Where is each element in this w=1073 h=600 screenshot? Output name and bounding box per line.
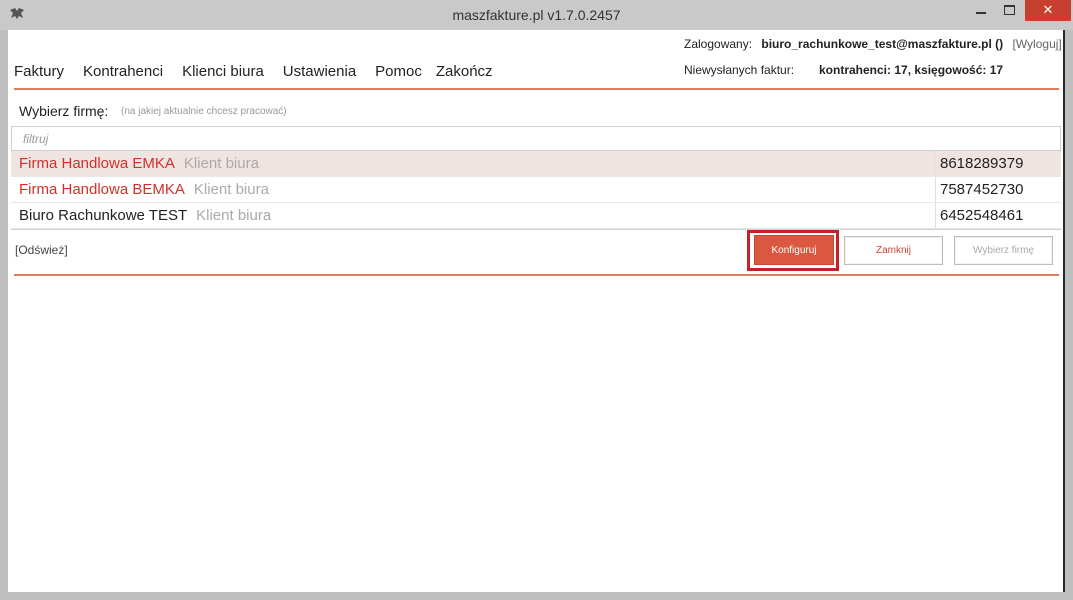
scrollbar[interactable] <box>1063 30 1065 592</box>
logged-label: Zalogowany: <box>684 37 753 51</box>
divider <box>14 274 1059 276</box>
company-row-test[interactable]: Biuro Rachunkowe TEST Klient biura 645254… <box>11 203 1061 229</box>
choose-company-button[interactable]: Wybierz firmę <box>954 236 1053 265</box>
company-nip: 7587452730 <box>940 181 1024 198</box>
choose-company-hint: (na jakiej aktualnie chcesz pracować) <box>121 106 287 117</box>
configure-button[interactable]: Konfiguruj <box>755 236 833 264</box>
menu-item-office-clients[interactable]: Klienci biura <box>182 63 264 80</box>
column-separator <box>935 177 936 202</box>
company-row-emka[interactable]: Firma Handlowa EMKA Klient biura 86182893… <box>11 151 1061 177</box>
menu-item-help[interactable]: Pomoc <box>375 63 422 80</box>
maximize-button[interactable] <box>996 0 1024 21</box>
menu-item-settings[interactable]: Ustawienia <box>283 63 356 80</box>
main-window: Zalogowany: biuro_rachunkowe_test@maszfa… <box>8 30 1071 592</box>
company-type: Klient biura <box>196 207 272 224</box>
title-bar[interactable]: maszfakture.pl v1.7.0.2457 <box>0 0 1073 30</box>
company-row-bemka[interactable]: Firma Handlowa BEMKA Klient biura 7587452… <box>11 177 1061 203</box>
company-type: Klient biura <box>193 181 269 198</box>
company-type: Klient biura <box>183 155 259 172</box>
unsent-label: Niewysłanych faktur: <box>684 63 795 77</box>
main-menu: Faktury Kontrahenci Klienci biura Ustawi… <box>14 63 493 80</box>
window-title: maszfakture.pl v1.7.0.2457 <box>452 7 621 23</box>
menu-item-invoices[interactable]: Faktury <box>14 63 64 80</box>
column-separator <box>935 151 936 176</box>
refresh-link[interactable]: [Odśwież] <box>15 243 68 257</box>
unsent-counts: kontrahenci: 17, księgowość: 17 <box>819 63 1004 77</box>
logged-user: biuro_rachunkowe_test@maszfakture.pl () <box>761 37 1004 51</box>
company-name: Biuro Rachunkowe TEST Klient biura <box>19 207 272 224</box>
divider <box>14 88 1059 90</box>
logout-link[interactable]: [Wyloguj] <box>1013 37 1062 51</box>
minimize-button[interactable] <box>967 0 995 21</box>
menu-item-exit[interactable]: Zakończ <box>436 63 493 80</box>
choose-company-label: Wybierz firmę: <box>19 103 109 119</box>
company-nip: 6452548461 <box>940 207 1024 224</box>
close-button[interactable]: Zamknij <box>844 236 943 265</box>
filter-box <box>11 126 1071 151</box>
filter-input[interactable] <box>12 127 1071 150</box>
logged-in-info: Zalogowany: biuro_rachunkowe_test@maszfa… <box>684 37 1062 51</box>
company-name: Firma Handlowa BEMKA Klient biura <box>19 181 269 198</box>
company-nip: 8618289379 <box>940 155 1024 172</box>
column-separator <box>935 203 936 228</box>
close-window-button[interactable] <box>1025 0 1071 21</box>
company-name: Firma Handlowa EMKA Klient biura <box>19 155 259 172</box>
company-list: Firma Handlowa EMKA Klient biura 86182893… <box>11 151 1061 230</box>
unsent-invoices-info: Niewysłanych faktur: kontrahenci: 17, ks… <box>684 63 1003 77</box>
menu-item-contractors[interactable]: Kontrahenci <box>83 63 163 80</box>
